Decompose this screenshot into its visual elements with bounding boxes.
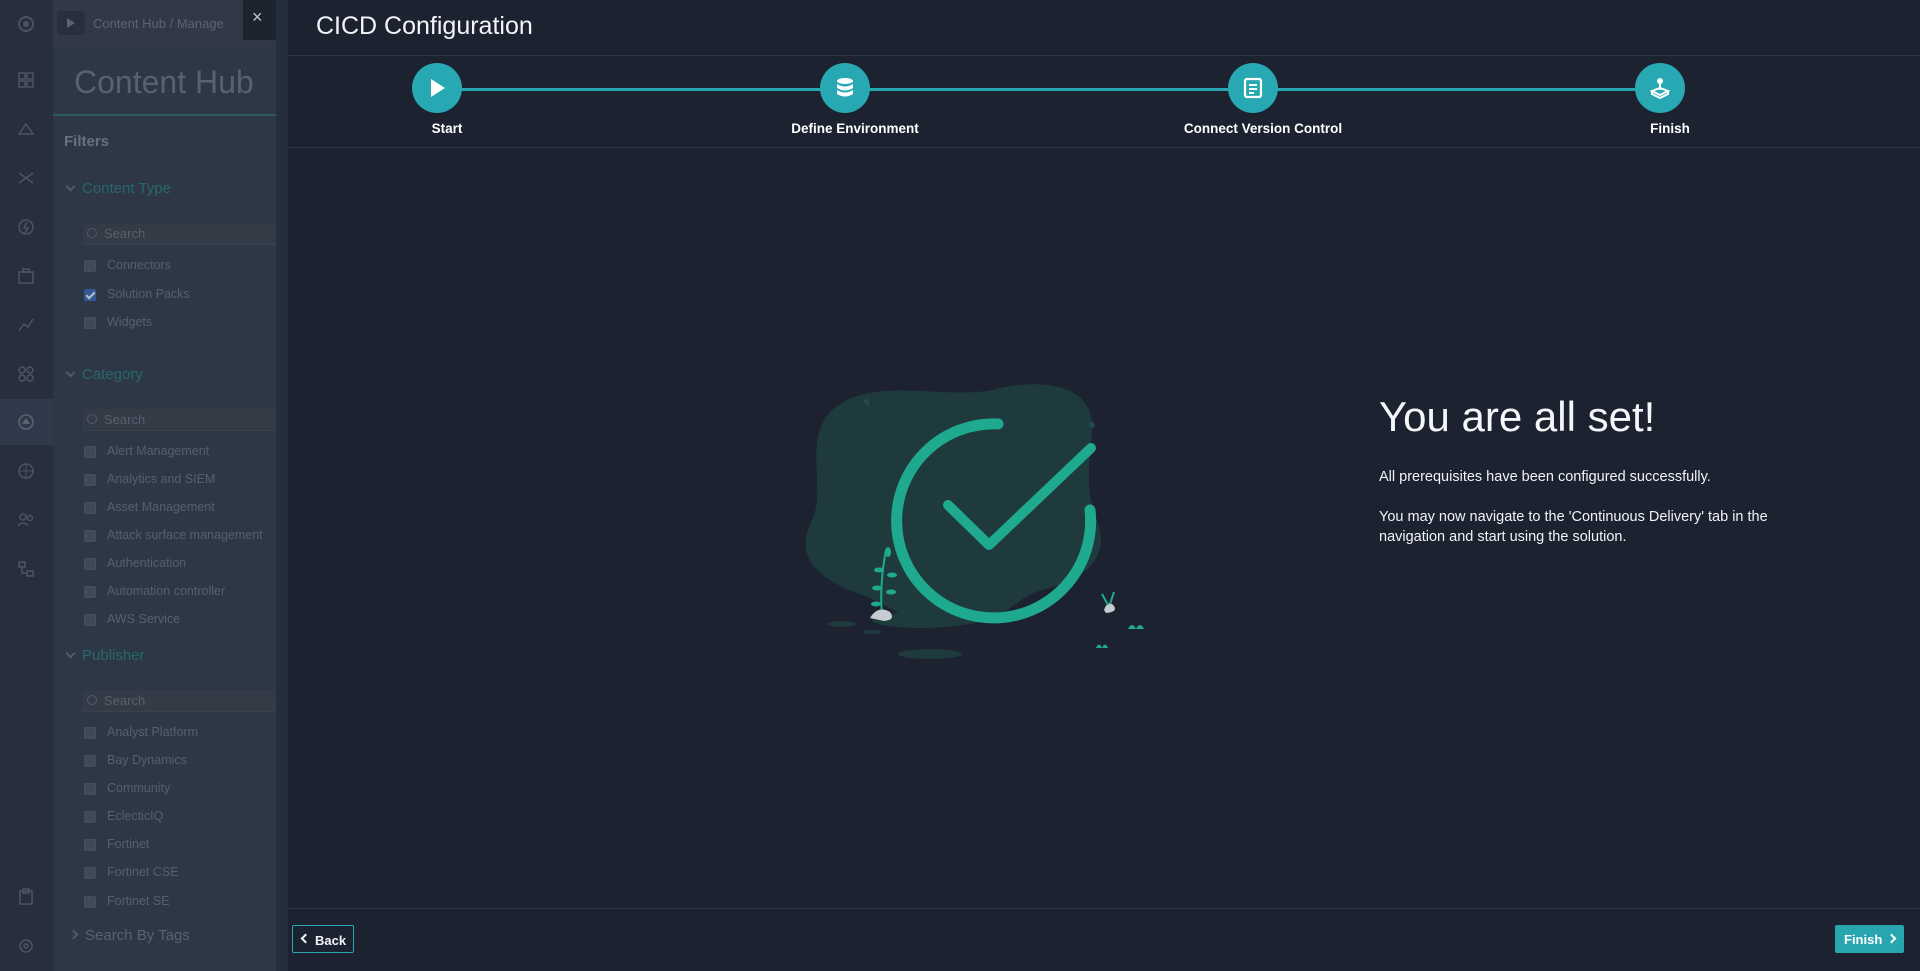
chevron-down-icon: [65, 648, 76, 659]
content-type-heading[interactable]: Content Type: [65, 180, 171, 197]
close-modal-button[interactable]: ×: [243, 0, 276, 40]
breadcrumb[interactable]: Content Hub / Manage: [93, 16, 224, 31]
search-icon: [87, 414, 97, 424]
chevron-down-icon: [65, 367, 76, 378]
globe-icon[interactable]: [17, 462, 35, 480]
settings-icon[interactable]: [17, 937, 35, 955]
workflow-icon[interactable]: [17, 560, 35, 578]
background-app: Content Hub / Manage Content Hub Filters…: [0, 0, 289, 971]
step-connect-version-control[interactable]: [1228, 63, 1278, 113]
bolt-icon[interactable]: [17, 218, 35, 236]
sidebar-toggle-button[interactable]: [57, 11, 85, 35]
step-label-connect-version-control: Connect Version Control: [1183, 121, 1343, 136]
stepper-track: [436, 88, 1660, 91]
modal-title: CICD Configuration: [316, 12, 533, 40]
finish-button[interactable]: Finish: [1835, 925, 1904, 953]
category-search[interactable]: Search: [83, 409, 289, 431]
publisher-heading[interactable]: Publisher: [65, 647, 145, 664]
joystick-icon: [1649, 78, 1671, 100]
chevron-right-icon: [1886, 933, 1897, 944]
close-icon: ×: [252, 7, 263, 27]
step-define-environment[interactable]: [820, 63, 870, 113]
apps-icon[interactable]: [17, 365, 35, 383]
step-label-start: Start: [431, 121, 463, 136]
success-heading: You are all set!: [1379, 393, 1656, 440]
list-document-icon: [1243, 77, 1263, 99]
chart-icon[interactable]: [17, 316, 35, 334]
search-icon: [87, 695, 97, 705]
step-start[interactable]: [412, 63, 462, 113]
search-by-tags-heading[interactable]: Search By Tags: [68, 927, 190, 944]
header-divider: [288, 55, 1920, 56]
dashboard-icon[interactable]: [17, 71, 35, 89]
navigation-hint: You may now navigate to the 'Continuous …: [1379, 509, 1768, 545]
chevron-right-icon: [68, 929, 79, 940]
hub-title-underline: [53, 114, 289, 116]
content-type-search[interactable]: Search: [83, 223, 289, 245]
footer-divider: [288, 908, 1920, 909]
play-icon: [431, 79, 445, 97]
chevron-down-icon: [65, 181, 76, 192]
back-button[interactable]: Back: [292, 925, 354, 953]
content-hub-icon[interactable]: [17, 413, 35, 431]
incidents-icon[interactable]: [17, 120, 35, 138]
database-icon: [837, 78, 853, 97]
step-label-define-environment: Define Environment: [791, 121, 919, 136]
chevron-left-icon: [300, 933, 311, 944]
briefcase-icon[interactable]: [17, 267, 35, 285]
publisher-search[interactable]: Search: [83, 690, 289, 712]
search-icon: [87, 228, 97, 238]
success-check-illustration: [805, 384, 1144, 659]
hub-title: Content Hub: [74, 64, 254, 100]
icon-rail: [0, 0, 53, 971]
logo-icon[interactable]: [17, 15, 35, 33]
users-icon[interactable]: [17, 511, 35, 529]
stepper-divider: [288, 147, 1920, 148]
filters-label: Filters: [64, 133, 110, 150]
step-finish[interactable]: [1635, 63, 1685, 113]
step-label-finish: Finish: [1650, 121, 1690, 136]
success-message: All prerequisites have been configured s…: [1379, 469, 1711, 485]
shuffle-icon[interactable]: [17, 169, 35, 187]
cicd-configuration-modal: CICD Configuration Start Define Environm…: [276, 0, 1920, 971]
clipboard-icon[interactable]: [17, 888, 35, 906]
category-heading[interactable]: Category: [65, 366, 143, 383]
